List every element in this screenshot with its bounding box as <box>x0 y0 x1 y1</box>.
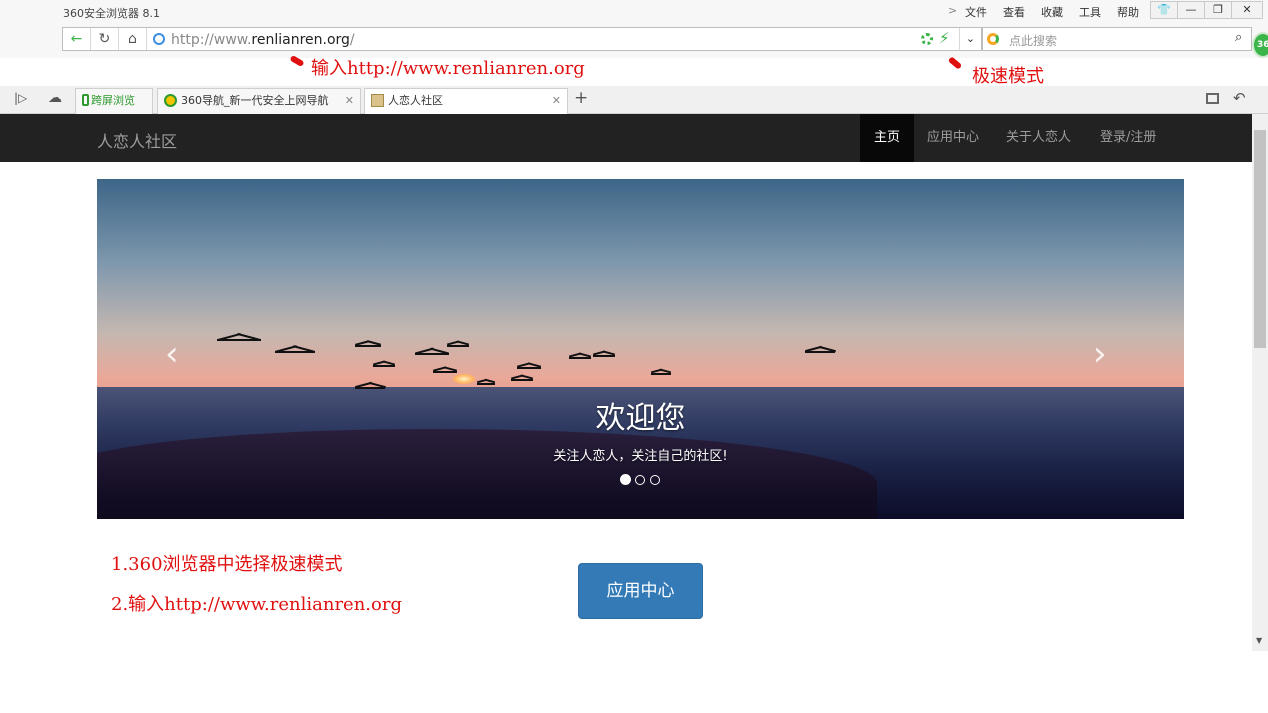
carousel-sun <box>453 374 475 384</box>
address-bar[interactable]: ← ↻ ⌂ http://www.renlianren.org/ ⚡ ⌄ <box>62 27 982 51</box>
site-navbar: 人恋人社区 主页 应用中心 关于人恋人 登录/注册 <box>0 114 1252 162</box>
annotation-strip <box>4 58 1268 80</box>
carousel: ‹ › 欢迎您 关注人恋人，关注自己的社区! <box>97 179 1184 519</box>
menu-tools[interactable]: 工具 <box>1079 4 1101 20</box>
apps-center-button[interactable]: 应用中心 <box>578 563 703 619</box>
tab-360-nav-label: 360导航_新一代安全上网导航 <box>181 94 329 107</box>
annotation-mode-hint: 极速模式 <box>972 66 1044 87</box>
minimize-button[interactable]: — <box>1177 1 1205 19</box>
security-icon[interactable] <box>921 33 933 45</box>
tab-close-icon[interactable]: ✕ <box>552 89 561 113</box>
url-prefix: http://www. <box>171 32 252 48</box>
skin-button[interactable]: 👕 <box>1150 1 1178 19</box>
360-badge-icon[interactable]: 360 <box>1252 32 1268 58</box>
sidebar-toggle-icon[interactable]: |▷ <box>14 91 27 105</box>
bird <box>275 351 315 353</box>
carousel-subtitle: 关注人恋人，关注自己的社区! <box>553 449 728 464</box>
menu-arrow-icon[interactable]: > <box>948 4 957 17</box>
tab-renlianren[interactable]: 人恋人社区 ✕ <box>364 88 568 114</box>
tab-cross-screen-label: 跨屏浏览 <box>91 94 135 107</box>
chevron-down-icon[interactable]: ⌄ <box>959 28 981 50</box>
tab-renlianren-label: 人恋人社区 <box>388 94 443 107</box>
bird <box>477 383 495 385</box>
tab-360-nav[interactable]: 360导航_新一代安全上网导航 ✕ <box>157 88 361 114</box>
restore-tabs-icon[interactable] <box>1206 93 1219 104</box>
search-icon[interactable]: ⌕ <box>1235 30 1242 45</box>
bird <box>217 339 261 341</box>
globe-icon <box>153 33 165 45</box>
refresh-button[interactable]: ↻ <box>91 28 119 50</box>
nav-login[interactable]: 登录/注册 <box>1086 114 1170 162</box>
bird <box>355 345 381 347</box>
search-box[interactable]: 点此搜索 ⌕ <box>982 27 1252 51</box>
bird <box>651 373 671 375</box>
menu-help[interactable]: 帮助 <box>1117 4 1139 20</box>
home-button[interactable]: ⌂ <box>119 28 147 50</box>
new-tab-button[interactable]: + <box>574 88 588 108</box>
back-button[interactable]: ← <box>63 28 91 50</box>
carousel-title: 欢迎您 <box>595 401 686 436</box>
bird <box>355 387 385 389</box>
instruction-step-2: 2.输入http://www.renlianren.org <box>111 594 402 615</box>
search-engine-icon[interactable] <box>987 33 999 45</box>
url-domain: renlianren.org <box>251 32 350 48</box>
phone-icon <box>82 94 89 106</box>
url-text[interactable]: http://www.renlianren.org/ <box>171 32 355 48</box>
address-row: ← ↻ ⌂ http://www.renlianren.org/ ⚡ ⌄ 点此搜… <box>0 26 1268 58</box>
close-button[interactable]: ✕ <box>1231 1 1263 19</box>
carousel-indicator-3[interactable] <box>650 475 660 485</box>
bird <box>593 355 615 357</box>
bird <box>569 357 591 359</box>
bird <box>511 379 533 381</box>
instruction-step-1: 1.360浏览器中选择极速模式 <box>111 554 343 575</box>
nav-apps[interactable]: 应用中心 <box>913 114 993 162</box>
site-favicon-icon <box>371 94 384 107</box>
carousel-next-icon[interactable]: › <box>1093 334 1107 374</box>
scroll-down-icon[interactable]: ▼ <box>1256 636 1262 645</box>
bird <box>805 351 835 353</box>
bird <box>517 367 541 369</box>
search-input[interactable]: 点此搜索 <box>1009 32 1057 49</box>
nav-home[interactable]: 主页 <box>860 114 915 162</box>
maximize-button[interactable]: ❐ <box>1204 1 1232 19</box>
tab-close-icon[interactable]: ✕ <box>345 89 354 113</box>
carousel-indicator-1[interactable] <box>620 474 631 485</box>
menu-file[interactable]: 文件 <box>965 4 987 20</box>
carousel-prev-icon[interactable]: ‹ <box>165 334 179 374</box>
360-nav-icon <box>164 94 177 107</box>
carousel-indicator-2[interactable] <box>635 475 645 485</box>
scrollbar-thumb[interactable] <box>1254 130 1266 348</box>
bird <box>447 345 469 347</box>
speed-mode-icon[interactable]: ⚡ <box>939 29 950 47</box>
nav-about[interactable]: 关于人恋人 <box>992 114 1085 162</box>
app-title: 360安全浏览器 8.1 <box>63 7 160 20</box>
tab-bar: |▷ ☁ 跨屏浏览 360导航_新一代安全上网导航 ✕ 人恋人社区 ✕ + ↶ <box>0 86 1268 114</box>
annotation-url-hint: 输入http://www.renlianren.org <box>311 58 585 79</box>
scrollbar[interactable]: ▼ <box>1252 114 1268 651</box>
bird <box>373 365 395 367</box>
menu-view[interactable]: 查看 <box>1003 4 1025 20</box>
site-brand[interactable]: 人恋人社区 <box>97 128 177 152</box>
bird <box>415 353 449 355</box>
bird <box>433 371 457 373</box>
undo-close-icon[interactable]: ↶ <box>1233 89 1246 107</box>
title-bar: 360安全浏览器 8.1 > 文件 查看 收藏 工具 帮助 👕 — ❐ ✕ <box>0 0 1268 26</box>
cloud-icon[interactable]: ☁ <box>48 90 62 106</box>
tab-cross-screen[interactable]: 跨屏浏览 <box>75 88 153 114</box>
url-suffix: / <box>349 32 355 48</box>
menu-favorites[interactable]: 收藏 <box>1041 4 1063 20</box>
